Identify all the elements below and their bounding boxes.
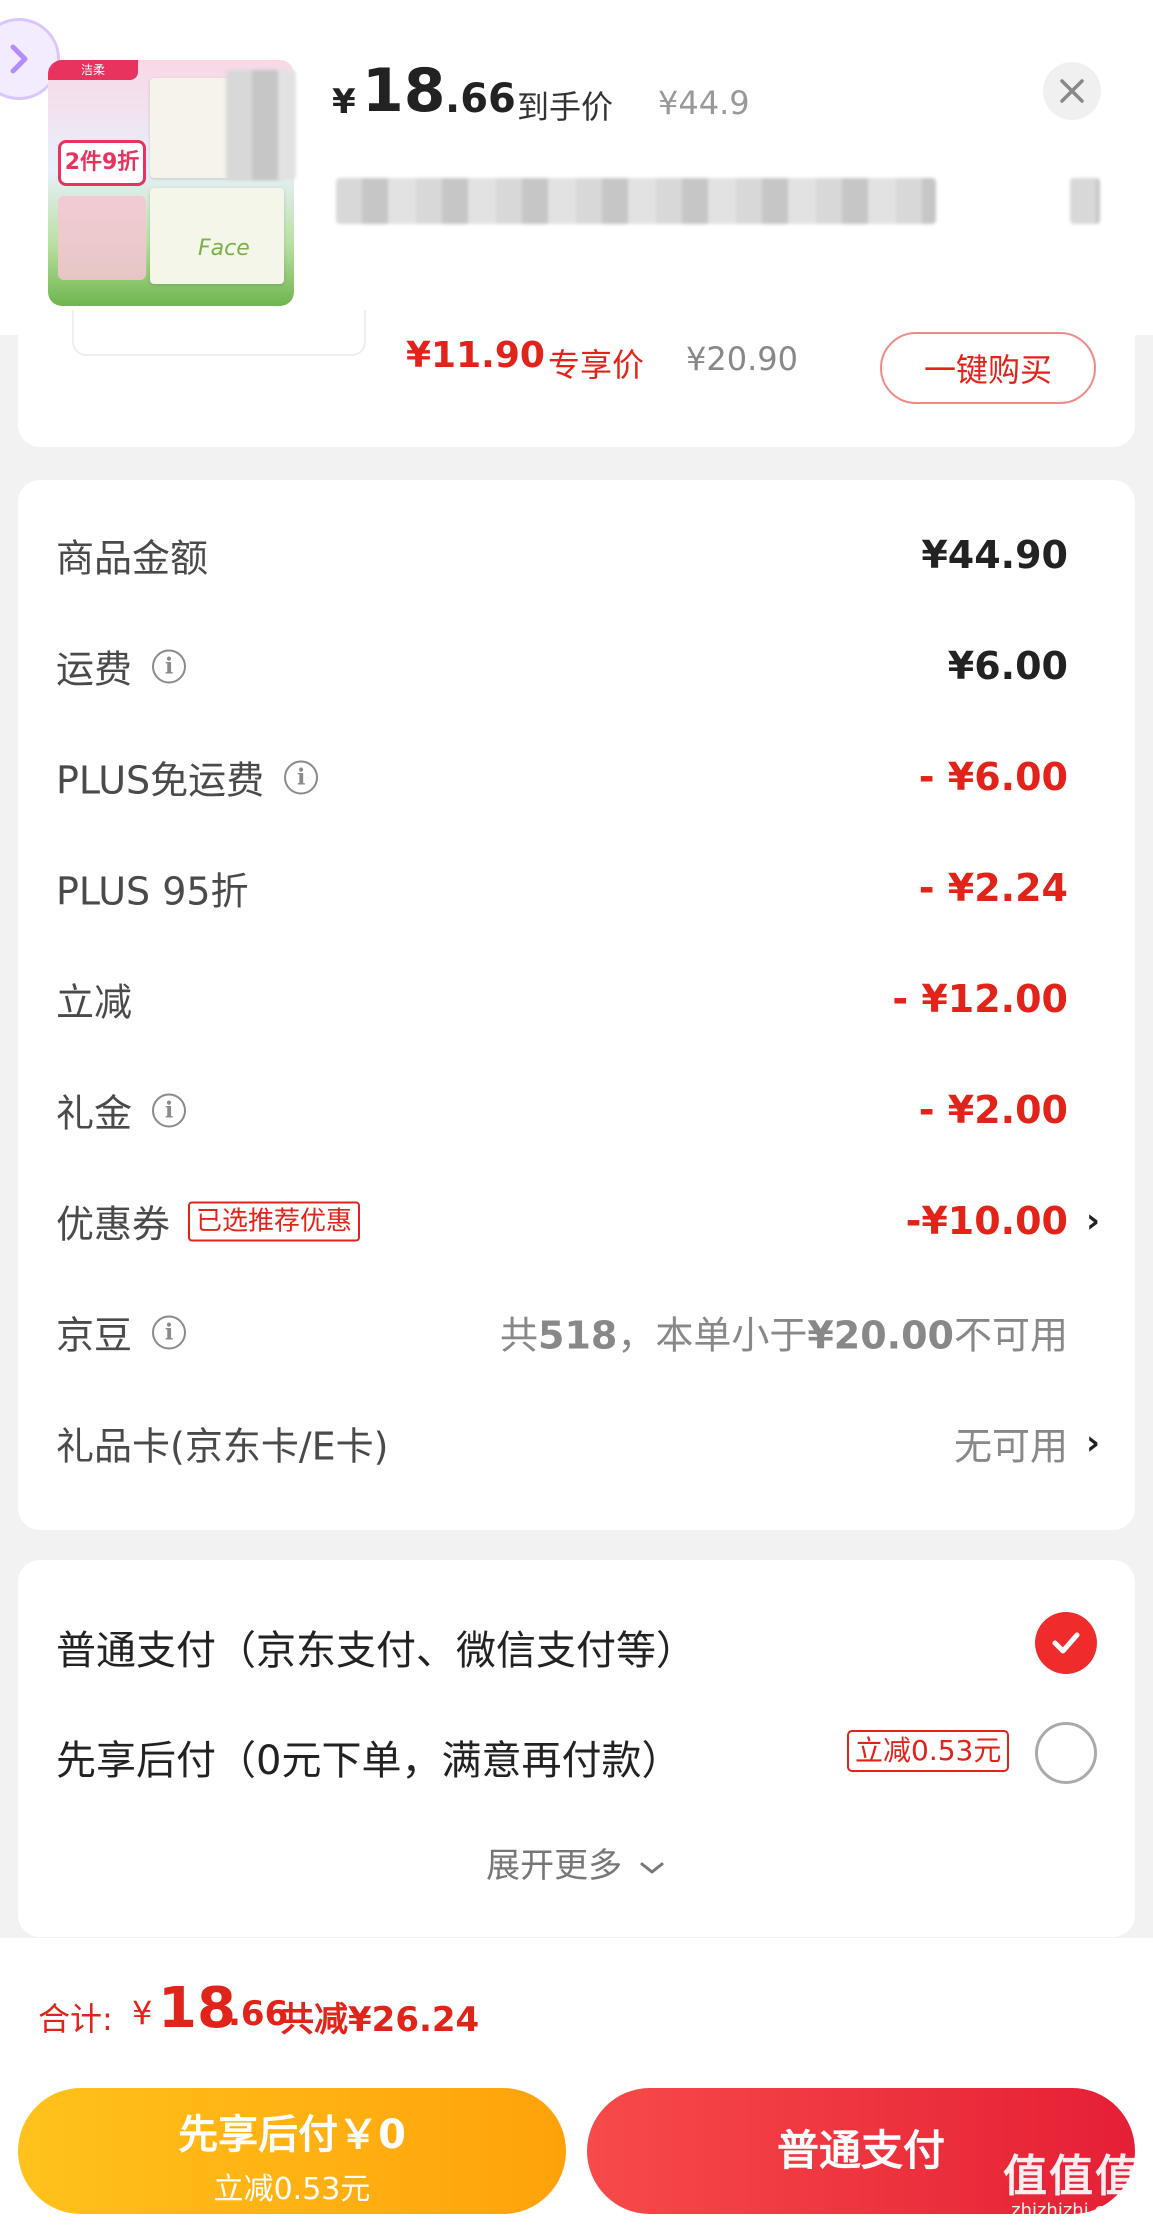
row-instant-discount: 立减 - ¥12.00	[18, 949, 1135, 1049]
thumbnail-promo-sub	[58, 196, 146, 280]
pay-later-button-label: 先享后付￥0	[178, 2112, 406, 2158]
gift-money-label: 礼金	[56, 1091, 133, 1136]
redacted-product-title	[336, 178, 936, 224]
recommendation-card: ¥11.90 专享价 ¥20.90 一键购买	[18, 310, 1135, 447]
final-price-decimal: .66	[445, 76, 516, 122]
pay-later-radio[interactable]	[1035, 1722, 1097, 1784]
plus-discount-value: - ¥2.24	[918, 866, 1068, 910]
jingdou-value: 共518，本单小于¥20.00不可用	[500, 1305, 1068, 1360]
pay-later-discount-badge: 立减0.53元	[847, 1730, 1010, 1772]
info-icon[interactable]: i	[152, 649, 187, 683]
total-saved: 共减¥26.24	[280, 2000, 480, 2040]
info-icon[interactable]: i	[152, 1093, 187, 1127]
pay-later-button[interactable]: 先享后付￥0 立减0.53元	[18, 2088, 566, 2214]
instant-discount-value: - ¥12.00	[892, 977, 1068, 1021]
thumbnail-brand-text: Face	[198, 236, 250, 261]
recommendation-original-price: ¥20.90	[686, 340, 798, 378]
total-integer: 18	[158, 1976, 236, 2041]
redacted-text	[226, 70, 296, 180]
gift-money-label-group: 礼金 i	[56, 1083, 187, 1138]
pay-later-label[interactable]: 先享后付（0元下单，满意再付款）	[56, 1728, 681, 1786]
watermark-logo-text: 值值值	[1003, 2151, 1141, 2202]
jingdou-label-group: 京豆 i	[56, 1305, 187, 1360]
row-plus-free-shipping[interactable]: PLUS免运费 i - ¥6.00	[18, 727, 1135, 827]
original-price: ¥44.9	[658, 84, 750, 122]
goods-amount-label: 商品金额	[56, 536, 209, 581]
gift-money-value: - ¥2.00	[918, 1088, 1068, 1132]
shipping-value: ¥6.00	[947, 644, 1068, 688]
final-price-label: 到手价	[517, 88, 614, 126]
chevron-right-icon[interactable]: ›	[1086, 1201, 1100, 1241]
total-label: 合计:	[38, 2000, 113, 2038]
gift-card-label: 礼品卡(京东卡/E卡)	[56, 1424, 389, 1469]
row-shipping[interactable]: 运费 i ¥6.00	[18, 616, 1135, 716]
row-jingdou[interactable]: 京豆 i 共518，本单小于¥20.00不可用	[18, 1282, 1135, 1382]
checkout-footer: 合计: ¥ 18 .66 共减¥26.24 先享后付￥0 立减0.53元 普通支…	[0, 1938, 1153, 2231]
plus-free-shipping-label: PLUS免运费	[56, 758, 265, 803]
coupon-label-group: 优惠券 已选推荐优惠	[56, 1194, 361, 1249]
expand-more-button[interactable]: 展开更多	[18, 1838, 1135, 1887]
shipping-label: 运费	[56, 647, 133, 692]
jingdou-label: 京豆	[56, 1313, 133, 1358]
normal-payment-label[interactable]: 普通支付（京东支付、微信支付等）	[56, 1618, 696, 1676]
expand-more-label: 展开更多	[486, 1846, 623, 1886]
price-symbol: ¥	[332, 82, 356, 122]
redacted-text	[1070, 178, 1100, 224]
row-plus-discount: PLUS 95折 - ¥2.24	[18, 838, 1135, 938]
product-header: 洁柔 2件9折 Face ¥ 18 .66 到手价 ¥44.9	[0, 0, 1153, 335]
normal-payment-radio[interactable]	[1035, 1612, 1097, 1674]
plus-discount-label: PLUS 95折	[56, 869, 249, 914]
chevron-down-icon	[640, 1862, 664, 1873]
row-gift-card[interactable]: 礼品卡(京东卡/E卡) 无可用 ›	[18, 1393, 1135, 1493]
final-price-integer: 18	[362, 56, 446, 126]
recommendation-item-frame	[72, 310, 366, 356]
row-goods-amount: 商品金额 ¥44.90	[18, 505, 1135, 605]
info-icon[interactable]: i	[284, 760, 319, 794]
order-summary: 商品金额 ¥44.90 运费 i ¥6.00 PLUS免运费 i - ¥6.00…	[18, 480, 1135, 1530]
recommendation-price-label: 专享价	[548, 346, 645, 384]
one-click-buy-button[interactable]: 一键购买	[880, 332, 1096, 404]
watermark-url: zhizhizhi.com	[1011, 2200, 1133, 2221]
thumbnail-promo: 2件9折	[58, 140, 146, 186]
total-symbol: ¥	[132, 1994, 153, 2032]
chevron-right-icon[interactable]: ›	[1086, 1423, 1100, 1463]
jingdou-mid: ，本单小于	[617, 1313, 808, 1358]
checkmark-icon	[1052, 1632, 1080, 1654]
gift-card-value: 无可用	[953, 1424, 1068, 1469]
goods-amount-value: ¥44.90	[921, 533, 1068, 577]
instant-discount-label: 立减	[56, 980, 133, 1025]
plus-free-shipping-value: - ¥6.00	[918, 755, 1068, 799]
row-coupon[interactable]: 优惠券 已选推荐优惠 -¥10.00 ›	[18, 1171, 1135, 1271]
plus-free-shipping-label-group: PLUS免运费 i	[56, 750, 319, 805]
row-gift-money[interactable]: 礼金 i - ¥2.00	[18, 1060, 1135, 1160]
close-button[interactable]	[1043, 62, 1101, 120]
pay-later-button-sub: 立减0.53元	[213, 2172, 371, 2207]
site-watermark: 值值值 zhizhizhi.com	[1003, 2140, 1141, 2221]
jingdou-suffix: 不可用	[953, 1313, 1068, 1358]
jingdou-amount: ¥20.00	[807, 1313, 954, 1358]
coupon-label: 优惠券	[56, 1202, 171, 1247]
info-icon[interactable]: i	[152, 1315, 187, 1349]
jingdou-count: 518	[538, 1313, 618, 1358]
coupon-value: -¥10.00	[905, 1199, 1068, 1243]
jingdou-prefix: 共	[499, 1313, 538, 1358]
recommendation-price: ¥11.90	[406, 335, 545, 376]
shipping-label-group: 运费 i	[56, 639, 187, 694]
thumbnail-brand-tag: 洁柔	[48, 60, 138, 80]
close-icon	[1060, 79, 1084, 103]
coupon-badge: 已选推荐优惠	[188, 1201, 361, 1241]
payment-methods: 普通支付（京东支付、微信支付等） 先享后付（0元下单，满意再付款） 立减0.53…	[18, 1560, 1135, 1937]
